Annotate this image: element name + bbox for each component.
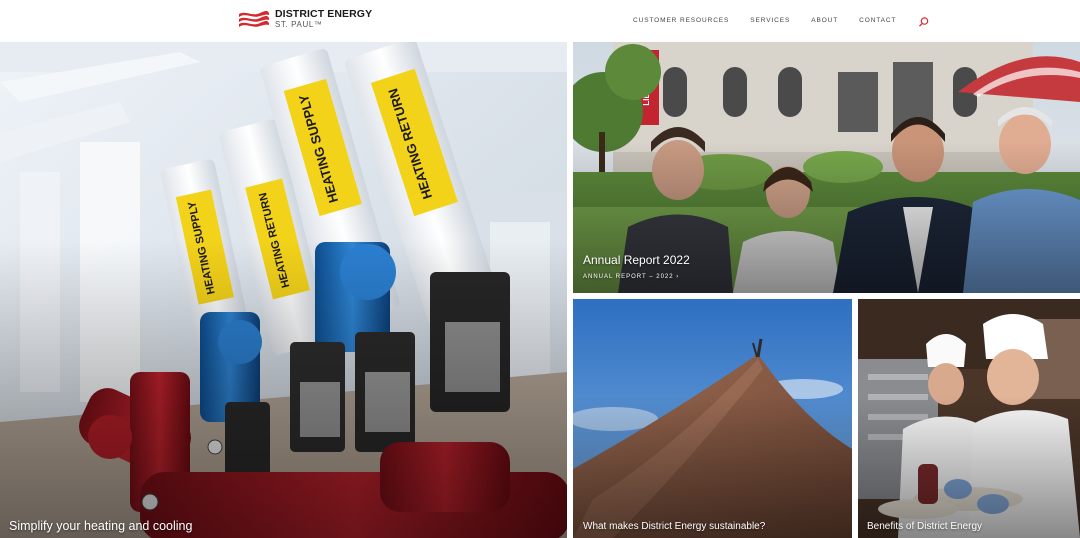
tile-sustainable-title[interactable]: What makes District Energy sustainable? bbox=[583, 521, 765, 532]
site-logo[interactable]: DISTRICT ENERGY ST. PAUL™ bbox=[238, 9, 372, 29]
tile-annual-link[interactable]: ANNUAL REPORT – 2022 › bbox=[583, 274, 679, 280]
tile-annual-title[interactable]: Annual Report 2022 bbox=[583, 253, 690, 267]
site-header: DISTRICT ENERGY ST. PAUL™ CUSTOMER RESOU… bbox=[0, 0, 1080, 42]
tile-heating-title[interactable]: Simplify your heating and cooling bbox=[9, 519, 192, 533]
nav-contact[interactable]: CONTACT bbox=[859, 16, 896, 26]
tile-benefits-title[interactable]: Benefits of District Energy bbox=[867, 521, 982, 532]
nav-services[interactable]: SERVICES bbox=[750, 16, 790, 26]
nav-customer-resources[interactable]: CUSTOMER RESOURCES bbox=[633, 16, 729, 26]
main-nav: CUSTOMER RESOURCES SERVICES ABOUT CONTAC… bbox=[633, 15, 930, 27]
tile-sustainable[interactable]: What makes District Energy sustainable? bbox=[573, 299, 852, 538]
tile-benefits[interactable]: Benefits of District Energy bbox=[858, 299, 1080, 538]
logo-subtitle: ST. PAUL™ bbox=[275, 19, 323, 29]
district-energy-logo-icon bbox=[239, 10, 269, 27]
search-icon[interactable] bbox=[918, 15, 930, 27]
logo-title: DISTRICT ENERGY bbox=[275, 8, 373, 21]
tile-annual-report[interactable]: LIBRARY Annual Report 2022 ANNUAL R bbox=[573, 42, 1080, 293]
tile-heating-cooling[interactable]: HEATING SUPPLY HEATING RETURN HEATING SU… bbox=[0, 42, 567, 538]
nav-about[interactable]: ABOUT bbox=[811, 16, 838, 26]
